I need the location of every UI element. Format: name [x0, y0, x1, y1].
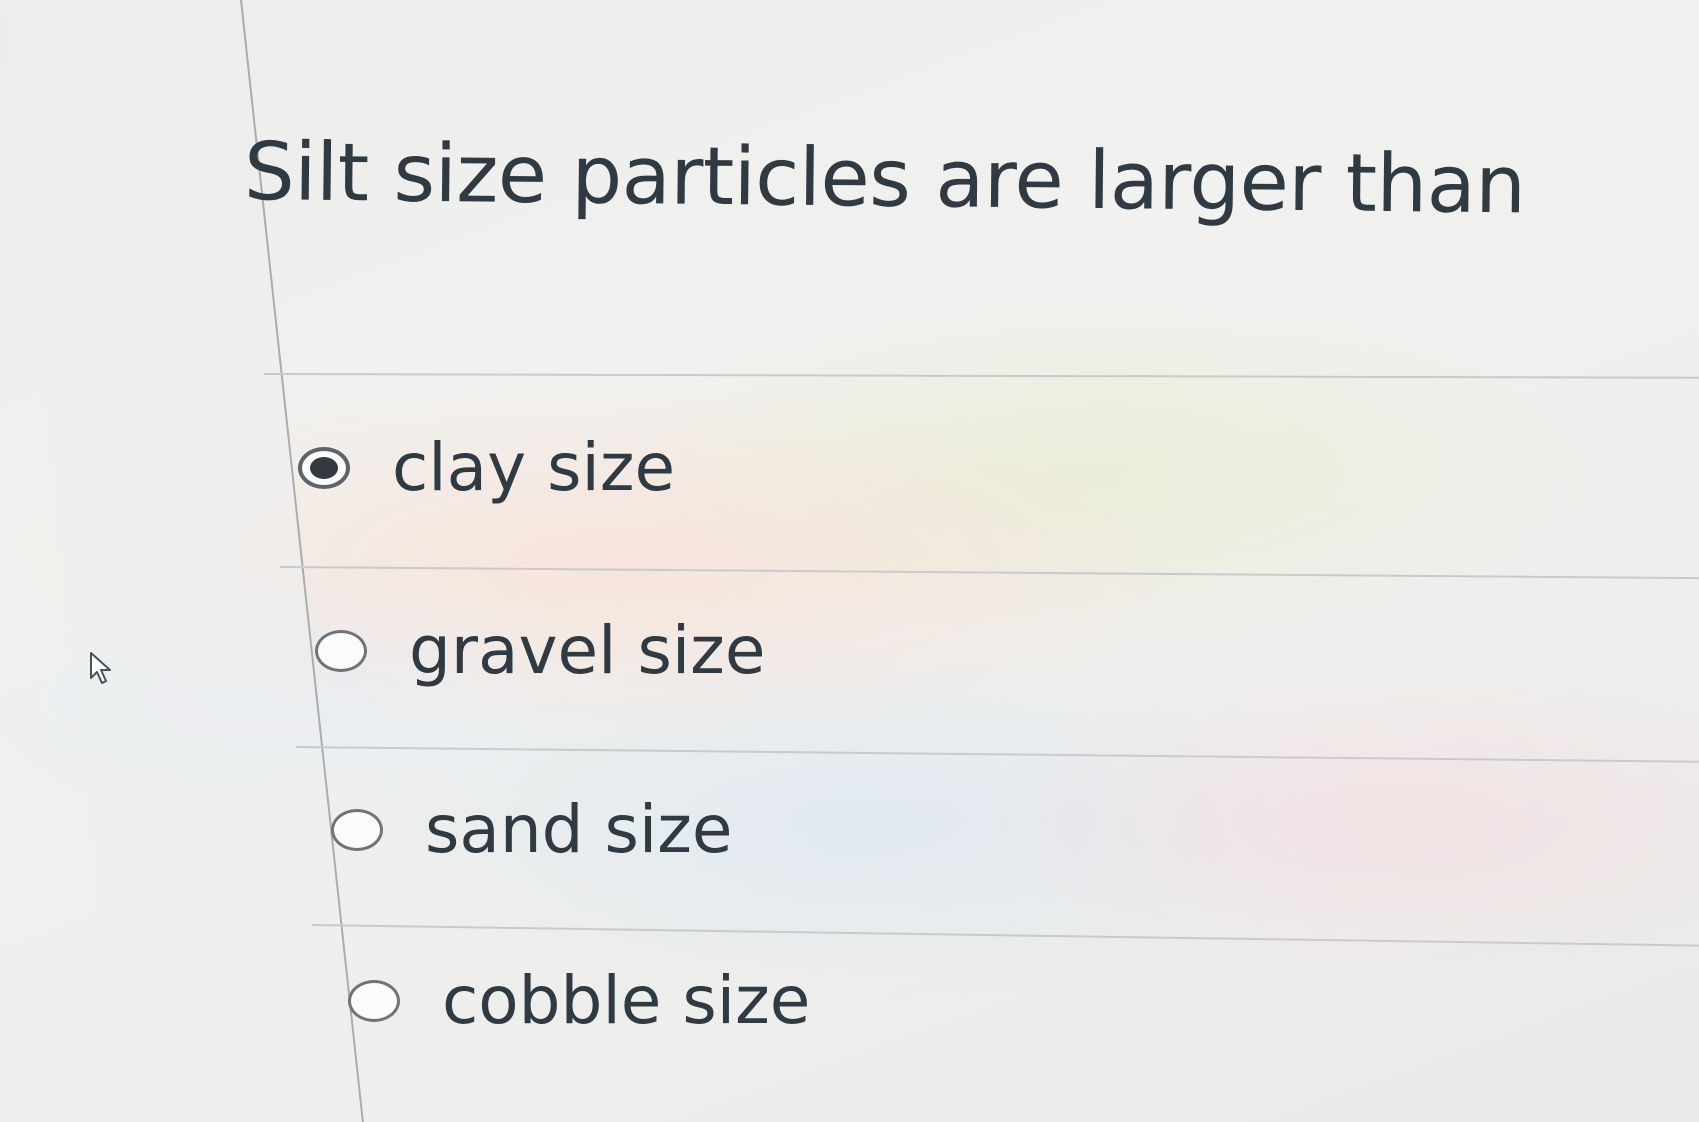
answer-label: clay size: [392, 429, 676, 506]
mouse-pointer-icon: [90, 652, 111, 684]
radio-selected-icon[interactable]: [298, 447, 350, 489]
answer-divider: [311, 924, 1699, 947]
radio-unselected-icon[interactable]: [348, 980, 400, 1022]
answer-label: gravel size: [409, 612, 766, 689]
answer-option-gravel[interactable]: gravel size: [315, 611, 765, 691]
answer-divider: [279, 566, 1699, 580]
radio-unselected-icon[interactable]: [331, 809, 383, 851]
answer-option-sand[interactable]: sand size: [331, 790, 733, 870]
radio-unselected-icon[interactable]: [315, 630, 367, 672]
answer-label: sand size: [425, 791, 733, 868]
question-panel: Silt size particles are larger than clay…: [240, 0, 1699, 1122]
answer-option-clay[interactable]: clay size: [298, 428, 675, 508]
question-divider: [263, 373, 1699, 379]
answer-label: cobble size: [442, 962, 811, 1039]
question-text: Silt size particles are larger than: [243, 125, 1526, 232]
answer-option-cobble[interactable]: cobble size: [348, 961, 810, 1041]
answer-divider: [295, 746, 1699, 763]
